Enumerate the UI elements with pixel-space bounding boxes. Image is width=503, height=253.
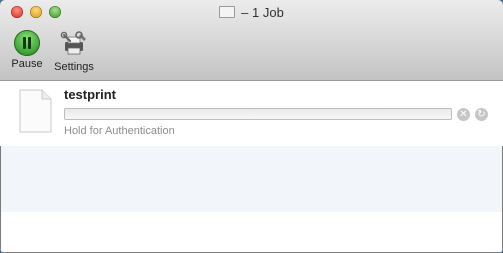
print-queue-window: – 1 Job Pause Settings testprint ✕ ↻ Hol… [0,0,503,253]
settings-label: Settings [54,61,94,73]
empty-row [1,146,502,212]
job-progress-bar [64,108,452,120]
delete-job-button[interactable]: ✕ [457,108,470,121]
pause-label: Pause [11,58,43,70]
refresh-icon: ↻ [477,109,486,120]
settings-button[interactable]: Settings [50,30,98,73]
printer-proxy-icon [219,6,236,18]
x-circle-icon: ✕ [459,109,468,120]
window-title-text: – 1 Job [241,5,284,20]
job-name: testprint [64,87,116,102]
window-title: – 1 Job [0,5,503,20]
job-row[interactable]: testprint ✕ ↻ Hold for Authentication [0,81,503,146]
pause-icon [14,30,40,56]
resume-job-button[interactable]: ↻ [475,108,488,121]
settings-icon [60,31,86,55]
pause-button[interactable]: Pause [9,30,45,70]
title-bar: – 1 Job Pause Settings [0,0,503,81]
job-status: Hold for Authentication [64,125,175,137]
empty-row [1,212,502,252]
document-icon [19,89,52,133]
